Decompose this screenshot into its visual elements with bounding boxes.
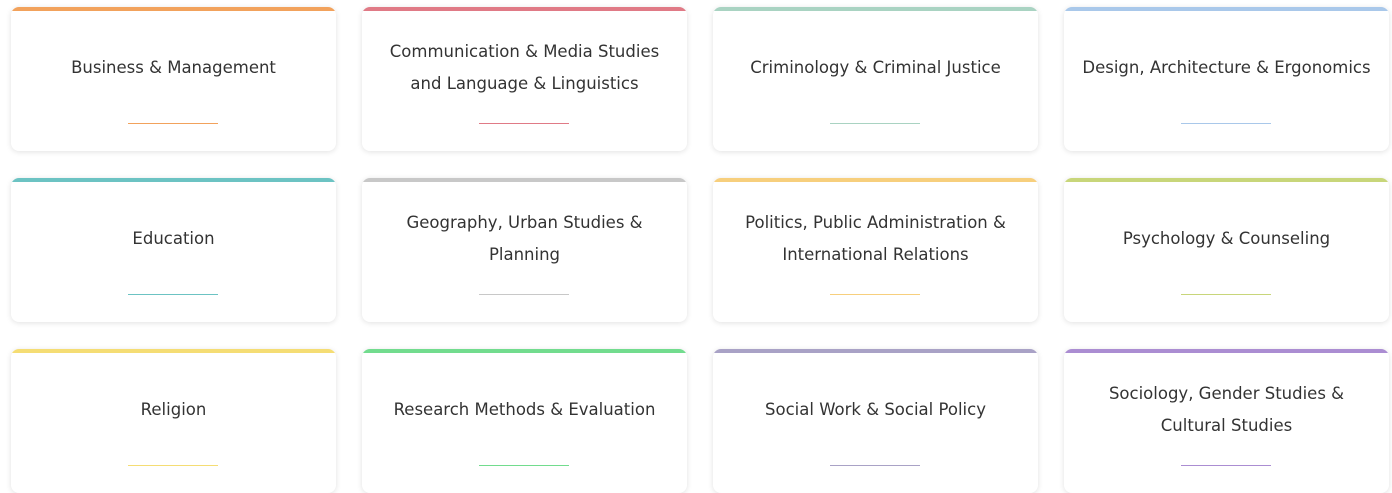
subject-card-sociology[interactable]: Sociology, Gender Studies & Cultural Stu… — [1064, 349, 1389, 493]
subject-card-label: Research Methods & Evaluation — [393, 400, 656, 419]
card-accent-bar — [1064, 349, 1389, 353]
subject-card-label: Geography, Urban Studies & Planning — [406, 213, 643, 264]
subject-card-label: Psychology & Counseling — [1122, 229, 1331, 248]
card-accent-bar — [1064, 7, 1389, 11]
subject-card-religion[interactable]: Religion — [11, 349, 336, 493]
subject-card-business-management[interactable]: Business & Management — [11, 7, 336, 151]
subject-card-label: Education — [132, 229, 215, 248]
card-accent-bar — [11, 178, 336, 182]
subject-card-label: Politics, Public Administration & Intern… — [745, 213, 1006, 264]
card-divider — [479, 465, 569, 466]
subject-card-label: Communication & Media Studies and Langua… — [389, 42, 660, 93]
card-divider — [830, 123, 920, 124]
card-accent-bar — [1064, 178, 1389, 182]
subject-card-design-architecture[interactable]: Design, Architecture & Ergonomics — [1064, 7, 1389, 151]
subject-card-label: Design, Architecture & Ergonomics — [1082, 58, 1371, 77]
subject-grid: Business & Management Communication & Me… — [0, 0, 1392, 493]
subject-card-politics[interactable]: Politics, Public Administration & Intern… — [713, 178, 1038, 322]
subject-card-social-work[interactable]: Social Work & Social Policy — [713, 349, 1038, 493]
subject-card-label: Sociology, Gender Studies & Cultural Stu… — [1108, 384, 1345, 435]
subject-card-label: Business & Management — [71, 58, 276, 77]
subject-card-communication-media[interactable]: Communication & Media Studies and Langua… — [362, 7, 687, 151]
card-divider — [128, 465, 218, 466]
card-accent-bar — [362, 178, 687, 182]
card-divider — [1181, 294, 1271, 295]
subject-card-label: Social Work & Social Policy — [765, 400, 986, 419]
card-accent-bar — [713, 349, 1038, 353]
card-accent-bar — [362, 349, 687, 353]
subject-card-geography[interactable]: Geography, Urban Studies & Planning — [362, 178, 687, 322]
subject-card-psychology[interactable]: Psychology & Counseling — [1064, 178, 1389, 322]
card-divider — [128, 294, 218, 295]
card-divider — [128, 123, 218, 124]
subject-card-label: Criminology & Criminal Justice — [750, 58, 1001, 77]
card-divider — [479, 294, 569, 295]
card-accent-bar — [713, 178, 1038, 182]
subject-card-education[interactable]: Education — [11, 178, 336, 322]
card-accent-bar — [11, 7, 336, 11]
card-divider — [830, 294, 920, 295]
subject-card-criminology[interactable]: Criminology & Criminal Justice — [713, 7, 1038, 151]
card-divider — [1181, 123, 1271, 124]
card-divider — [1181, 465, 1271, 466]
card-divider — [830, 465, 920, 466]
card-accent-bar — [713, 7, 1038, 11]
subject-card-research-methods[interactable]: Research Methods & Evaluation — [362, 349, 687, 493]
card-divider — [479, 123, 569, 124]
card-accent-bar — [11, 349, 336, 353]
subject-card-label: Religion — [140, 400, 207, 419]
card-accent-bar — [362, 7, 687, 11]
